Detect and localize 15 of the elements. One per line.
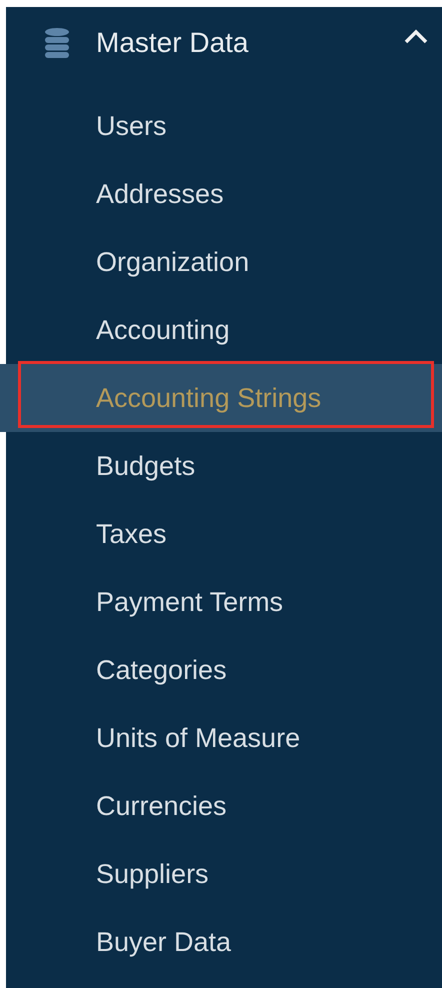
menu-item[interactable]: Payment Terms <box>6 568 442 636</box>
menu-item[interactable]: Units of Measure <box>6 704 442 772</box>
menu-item[interactable]: Categories <box>6 636 442 704</box>
menu-item[interactable]: Addresses <box>6 160 442 228</box>
database-icon <box>45 28 69 58</box>
menu-item[interactable]: Budgets <box>6 432 442 500</box>
menu-item[interactable]: Taxes <box>6 500 442 568</box>
menu-item[interactable]: Buyer Data <box>6 908 442 976</box>
menu-item[interactable]: Organization <box>6 228 442 296</box>
menu-item[interactable]: Suppliers <box>6 840 442 908</box>
section-title[interactable]: Master Data <box>96 26 248 58</box>
chevron-up-icon[interactable] <box>402 27 430 45</box>
menu-item[interactable]: Currencies <box>6 772 442 840</box>
menu-item[interactable]: Users <box>6 92 442 160</box>
menu-item[interactable]: Accounting <box>6 296 442 364</box>
